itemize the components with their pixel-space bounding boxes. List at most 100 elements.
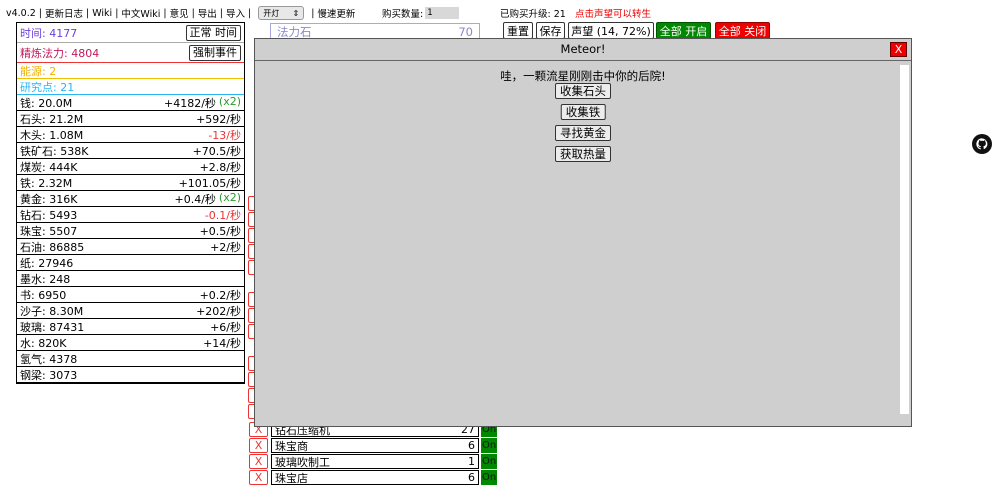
- time-value: 时间: 4177: [20, 26, 78, 40]
- resource-amount: 钻石: 5493: [20, 208, 78, 222]
- resource-rate: +101.05/秒: [178, 176, 241, 190]
- resource-rate-group: -0.1/秒: [205, 207, 241, 223]
- remove-building-button[interactable]: X: [249, 470, 268, 485]
- energy-value: 能源: 2: [20, 64, 57, 78]
- resource-rate: +202/秒: [196, 304, 241, 318]
- resource-row: 玻璃: 87431 +6/秒: [17, 319, 244, 335]
- resource-rate-group: +0.5/秒: [200, 223, 241, 239]
- feedback-link[interactable]: 意见: [170, 6, 189, 20]
- time-row: 时间: 4177 正常 时间: [17, 23, 244, 43]
- building-count: 1: [468, 455, 475, 468]
- prestige-hint: 点击声望可以转生: [575, 9, 652, 20]
- changelog-link[interactable]: 更新日志: [45, 6, 83, 20]
- resource-panel: 时间: 4177 正常 时间 精炼法力: 4804 强制事件 能源: 2 研究点…: [16, 22, 245, 384]
- resource-amount: 沙子: 8.30M: [20, 304, 84, 318]
- reset-button[interactable]: 重置: [503, 22, 533, 39]
- building-name: 玻璃吹制工: [275, 455, 330, 469]
- dialog-scrollbar[interactable]: [900, 65, 909, 414]
- energy-row: 能源: 2: [17, 63, 244, 79]
- resource-amount: 石头: 21.2M: [20, 112, 84, 126]
- building-row[interactable]: 珠宝商 6: [271, 438, 479, 453]
- resource-row: 铁矿石: 538K +70.5/秒: [17, 143, 244, 159]
- resource-multiplier: (x2): [218, 94, 241, 108]
- refined-mana-value: 精炼法力: 4804: [20, 46, 100, 60]
- upgrades-bought: 已购买升级: 21: [500, 9, 566, 20]
- building-name: 珠宝店: [275, 471, 308, 485]
- resource-amount: 纸: 27946: [20, 256, 74, 270]
- resource-rate-group: +70.5/秒: [193, 143, 241, 159]
- resource-row: 墨水: 248: [17, 271, 244, 287]
- building-count: 6: [468, 439, 475, 452]
- time-speed-button[interactable]: 正常 时间: [185, 24, 241, 41]
- resource-rate: +592/秒: [196, 112, 241, 126]
- resource-amount: 木头: 1.08M: [20, 128, 84, 142]
- light-select[interactable]: 开灯 ⇕: [258, 6, 305, 20]
- resource-row: 铁: 2.32M +101.05/秒: [17, 175, 244, 191]
- resource-row: 书: 6950 +0.2/秒: [17, 287, 244, 303]
- cn-wiki-link[interactable]: 中文Wiki: [121, 6, 160, 20]
- resource-row: 纸: 27946: [17, 255, 244, 271]
- close-icon[interactable]: X: [890, 42, 907, 57]
- force-event-button[interactable]: 强制事件: [189, 44, 241, 61]
- resource-rate-group: +101.05/秒: [179, 175, 241, 191]
- resource-rate: +6/秒: [210, 320, 241, 334]
- research-value: 研究点: 21: [20, 80, 75, 94]
- resource-amount: 水: 820K: [20, 336, 67, 350]
- resource-amount: 墨水: 248: [20, 272, 71, 286]
- resource-rate: -13/秒: [208, 128, 241, 142]
- resource-row: 氢气: 4378: [17, 351, 244, 367]
- github-icon[interactable]: [972, 134, 992, 154]
- collect-stone-button[interactable]: 收集石头: [555, 83, 611, 99]
- resource-amount: 黄金: 316K: [20, 192, 78, 206]
- resource-rate-group: +592/秒: [196, 111, 241, 127]
- wiki-link[interactable]: Wiki: [92, 8, 112, 19]
- resource-rate-group: +6/秒: [210, 319, 241, 335]
- refined-mana-row: 精炼法力: 4804 强制事件: [17, 43, 244, 63]
- resource-rate: +2.8/秒: [199, 160, 241, 174]
- mana-stone-value: 70: [458, 24, 473, 39]
- resource-rate-group: +2/秒: [210, 239, 241, 255]
- collect-iron-button[interactable]: 收集铁: [560, 104, 606, 120]
- resource-rate: +14/秒: [203, 336, 241, 350]
- research-row: 研究点: 21: [17, 79, 244, 95]
- resource-row: 木头: 1.08M -13/秒: [17, 127, 244, 143]
- resource-rate: +0.4/秒: [174, 192, 216, 206]
- building-on-toggle[interactable]: On: [481, 470, 497, 485]
- remove-building-button[interactable]: X: [249, 438, 268, 453]
- import-link[interactable]: 导入: [226, 6, 245, 20]
- buy-quantity-label: 购买数量:: [382, 9, 424, 20]
- slow-update-toggle[interactable]: 慢速更新: [317, 6, 355, 20]
- dialog-message: 哇，一颗流星刚刚击中你的后院!: [500, 69, 666, 83]
- all-on-button[interactable]: 全部 开启: [656, 22, 711, 39]
- export-link[interactable]: 导出: [198, 6, 217, 20]
- resource-rate: -0.1/秒: [204, 208, 241, 222]
- meteor-dialog: Meteor! X 哇，一颗流星刚刚击中你的后院! 收集石头 收集铁 寻找黄金 …: [254, 38, 912, 427]
- resource-amount: 石油: 86885: [20, 240, 85, 254]
- building-on-toggle[interactable]: On: [481, 438, 497, 453]
- dialog-divider: [255, 60, 911, 61]
- building-row[interactable]: 珠宝店 6: [271, 470, 479, 485]
- resource-rate-group: -13/秒: [208, 127, 241, 143]
- resource-amount: 煤炭: 444K: [20, 160, 78, 174]
- resource-amount: 书: 6950: [20, 288, 67, 302]
- resource-row: 煤炭: 444K +2.8/秒: [17, 159, 244, 175]
- resource-row: 石油: 86885 +2/秒: [17, 239, 244, 255]
- building-row[interactable]: 玻璃吹制工 1: [271, 454, 479, 469]
- resource-rate: +0.5/秒: [199, 224, 241, 238]
- save-button[interactable]: 保存: [536, 22, 565, 39]
- resource-rate-group: +14/秒: [203, 335, 241, 351]
- light-select-value: 开灯: [263, 8, 280, 18]
- resource-row: 钢梁: 3073: [17, 367, 244, 383]
- resource-rate: +0.2/秒: [199, 288, 241, 302]
- find-gold-button[interactable]: 寻找黄金: [555, 125, 611, 141]
- resource-rate-group: +202/秒: [196, 303, 241, 319]
- resource-row: 钱: 20.0M +4182/秒 (x2): [17, 95, 244, 111]
- get-heat-button[interactable]: 获取热量: [555, 146, 611, 162]
- building-on-toggle[interactable]: On: [481, 454, 497, 469]
- buy-quantity-input[interactable]: 1: [425, 7, 460, 19]
- prestige-button[interactable]: 声望 (14, 72%): [568, 22, 654, 39]
- dialog-title: Meteor!: [560, 42, 606, 56]
- all-off-button[interactable]: 全部 关闭: [715, 22, 770, 39]
- resource-rate-group: +2.8/秒: [200, 159, 241, 175]
- remove-building-button[interactable]: X: [249, 454, 268, 469]
